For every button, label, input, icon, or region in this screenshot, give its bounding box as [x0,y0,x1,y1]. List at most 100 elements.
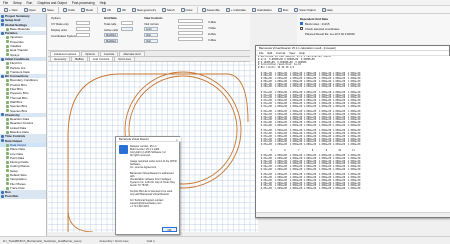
grid-properties-panel: Options X/Y Ratio only Display units Coo… [48,14,250,51]
notepad-menu-format[interactable]: Format [276,51,285,55]
y-max-field[interactable] [178,25,203,29]
folder-icon [23,7,28,12]
calculate-button[interactable]: + Calculate [224,7,248,13]
calculation-button[interactable]: Calculation [250,7,274,13]
tab-geometry[interactable]: Geometry [50,56,71,61]
node-icon [6,122,9,126]
redo-label: Redo [85,7,94,12]
open-button[interactable]: Open [22,7,38,13]
block-color-swatch [300,22,303,25]
color-button[interactable]: Color [179,7,195,13]
assemble-label: Assemble [206,7,220,12]
coordinates-field[interactable] [76,33,90,37]
close-icon[interactable]: × [176,138,178,142]
visit-mirrors-label: Visit mirrors [144,22,159,26]
tab-baffles[interactable]: Baffles [71,56,88,61]
sidebar-item-label: Trace Flow [10,185,25,190]
tab-grid-lines[interactable]: Grid Lines [114,56,136,61]
sidebar-item[interactable]: Post-Run [0,194,46,199]
folder-icon [1,14,4,18]
coordinates-label: Coordinates System [51,34,77,38]
menu-graphics-output[interactable]: Graphics and Output [37,1,66,5]
calculation-label: Calculation [256,7,272,12]
barracuda-app-window: File Setup Run Graphics and Output Post-… [0,0,450,244]
x-max-field-2[interactable] [178,37,203,41]
visit-button-1[interactable]: Visit [144,33,158,37]
geometry-arc [67,73,249,138]
notepad-text-area[interactable]: # Barracuda Virtual Reactor 25.1.1 calcu… [256,56,450,213]
new-label: + New [9,7,18,12]
project-tree: Project Summary Setup Grid Global Settings… [0,14,47,236]
calculate-icon [225,7,230,12]
view-2d-button[interactable]: 2D [100,7,113,13]
dependent-grid-label: Dependent Grid Data [300,17,328,21]
assemble-button[interactable]: Assemble [200,7,222,13]
mesh-button[interactable]: Mesh [160,7,176,13]
new-geometry-button[interactable]: New geometry [130,7,158,13]
geometry-arc [67,211,94,233]
view-controls-label: View Controls [144,16,163,20]
about-dialog: Barracuda Virtual Reactor × Release numb… [115,136,181,235]
notepad-menu-file[interactable]: File [259,51,264,55]
display-units-field[interactable] [76,27,90,31]
ratio-field[interactable] [76,21,90,25]
node-icon [6,160,9,164]
node-icon [6,96,9,100]
geometry-icon [131,7,136,12]
x-max-field[interactable] [178,19,203,23]
limit-button[interactable]: Limit [144,27,158,31]
folder-icon [1,195,4,199]
ratio-label: X/Y Ratio only [51,22,69,26]
view-2d-label: 2D [107,7,111,12]
node-icon [6,100,9,104]
menu-help[interactable]: Help [100,1,107,5]
folder-icon [1,139,4,143]
grid-data-label: Grid Data [104,16,117,20]
toolbar-separator [196,6,198,13]
tab-grid-controls[interactable]: Grid Controls [88,56,114,61]
ok-button[interactable]: OK [162,227,177,232]
view-3d-button[interactable]: 3D [115,7,128,13]
notepad-menu-view[interactable]: View [289,51,295,55]
modified-button-2[interactable]: Modified [104,39,118,43]
node-icon [6,173,9,177]
node-icon [6,126,9,130]
notepad-menu-edit[interactable]: Edit [268,51,273,55]
run-button[interactable]: Run [276,7,291,13]
undo-label: Undo [67,7,75,12]
notepad-menu-help[interactable]: Help [299,51,305,55]
node-icon [6,70,9,74]
check-coordinates-checkbox[interactable] [300,27,303,30]
node-icon [6,87,9,91]
menu-setup[interactable]: Setup [13,1,21,5]
help-button[interactable]: Help [320,7,335,13]
mesh-label: Mesh [167,7,175,12]
modified-button-1[interactable]: Modified [104,33,118,37]
view-output-button[interactable]: View Output [292,7,317,13]
color-label: Color [185,7,193,12]
display-units-label: Display units [51,28,67,32]
undo-button[interactable]: Undo [61,7,77,13]
notepad-status-bar [256,212,450,217]
menu-run[interactable]: Run [26,1,32,5]
menu-file[interactable]: File [3,1,8,5]
run-label: Run [282,7,289,12]
menu-post-processing[interactable]: Post-processing [72,1,95,5]
about-title-bar: Barracuda Virtual Reactor × [116,137,181,142]
check-coordinates-label: Check selected coordinates [305,27,340,31]
options-label: Options [51,16,61,20]
save-button[interactable]: Save [40,7,56,13]
about-title: Barracuda Virtual Reactor [119,138,149,141]
new-geometry-label: New geometry [136,7,157,12]
new-button[interactable]: + New [2,7,20,13]
y-max-label: Y-Max [208,26,216,30]
redo-button[interactable]: Redo [79,7,95,13]
z-max-field[interactable] [178,31,203,35]
active-cells-button[interactable] [121,27,133,31]
node-icon [6,44,9,48]
view-3d-label: 3D [121,7,126,12]
node-icon [6,83,9,87]
planned-result-label: Planned Result file: 1e+10 0.02 0.00002 [305,32,355,36]
visit-button-2[interactable]: Visit [144,39,158,43]
status-mode: Assembly / Grid Lines [99,238,129,243]
